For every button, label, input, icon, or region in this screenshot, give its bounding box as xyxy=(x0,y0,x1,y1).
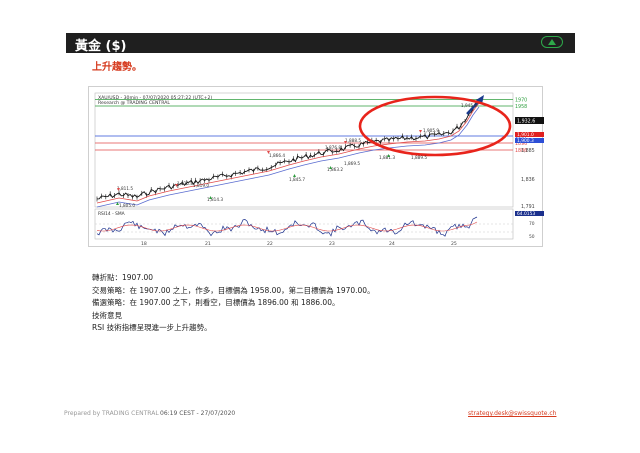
date-tick: 25 xyxy=(451,241,457,247)
date-tick: 18 xyxy=(141,241,147,247)
comment-title: 技術意見 xyxy=(92,310,122,320)
price-annotation: 1,805.0 xyxy=(119,203,135,208)
price-annotation: 1,869.5 xyxy=(344,161,360,166)
price-annotation: 1,876.8 xyxy=(325,145,341,150)
up-triangle-icon xyxy=(548,39,556,45)
comment-line: RSI 技術指標呈現進一步上升趨勢。 xyxy=(92,323,212,332)
footer-prepared-by: Prepared by TRADING CENTRAL xyxy=(64,410,159,417)
high-marker xyxy=(419,130,422,133)
price-chart: XAU/USD - 30min - 07/07/2020 05:27:22 (U… xyxy=(88,86,544,247)
price-tick: 1,836 xyxy=(521,177,535,183)
date-tick: 23 xyxy=(329,241,335,247)
level-tag-1958: 1958 xyxy=(515,104,527,110)
current-price-label: 1,932.6 xyxy=(517,119,535,125)
price-annotation: 1,820.8 xyxy=(177,181,193,186)
strategy-line: 交易策略：在 1907.00 之上，作多，目標價為 1958.00，第二目標價為… xyxy=(92,285,375,295)
price-tick: 1,885 xyxy=(521,148,535,154)
price-annotation: 1,845.7 xyxy=(289,177,305,182)
footer-timestamp: 06:19 CEST - 27/07/2020 xyxy=(160,410,236,417)
price-annotation: 1,866.4 xyxy=(269,153,285,158)
price-annotation: 1,814.3 xyxy=(207,197,223,202)
up-arrow-button[interactable] xyxy=(541,36,563,48)
date-tick: 22 xyxy=(267,241,273,247)
analysis-text: 轉折點：1907.00 交易策略：在 1907.00 之上，作多，目標價為 19… xyxy=(92,272,375,335)
footer-email-link[interactable]: strategy.desk@swissquote.ch xyxy=(468,410,556,417)
price-line xyxy=(96,98,480,200)
rsi-line xyxy=(96,216,478,237)
price-annotation: 1,881.3 xyxy=(379,155,395,160)
level-tag-1970: 1970 xyxy=(515,97,527,103)
red-price-label: 1,901.0 xyxy=(517,132,534,138)
rsi-label: RSI14 - SMA xyxy=(98,211,125,217)
price-annotation: 1,945.6 xyxy=(461,103,477,108)
moving-average-fast xyxy=(96,102,480,204)
pivot-line: 轉折點：1907.00 xyxy=(92,273,154,282)
price-tick: 1,791 xyxy=(521,204,535,210)
alternative-line: 備選策略：在 1907.00 之下，則看空，目標價為 1896.00 和 188… xyxy=(92,298,340,307)
low-marker xyxy=(293,174,296,177)
rsi-value-label: 64.0153 xyxy=(517,211,535,217)
price-annotation: 1,889.5 xyxy=(411,155,427,160)
rsi-tick: 50 xyxy=(529,234,535,240)
trend-subtitle: 上升趨勢。 xyxy=(92,62,142,73)
header-bar: 黃金 ($) xyxy=(66,33,575,54)
price-annotation: 1,819.0 xyxy=(193,183,209,188)
blue-price-label: 1,900.3 xyxy=(517,138,534,144)
chart-canvas: XAU/USD - 30min - 07/07/2020 05:27:22 (U… xyxy=(94,92,544,247)
date-tick: 24 xyxy=(389,241,395,247)
price-annotation: 1,905.9 xyxy=(423,128,439,133)
date-tick: 21 xyxy=(205,241,211,247)
page-title: 黃金 ($) xyxy=(75,39,127,54)
rsi-tick: 70 xyxy=(529,221,535,227)
chart-info-line2: Research @ TRADING CENTRAL xyxy=(98,100,170,106)
price-annotation: 1,863.2 xyxy=(327,167,343,172)
price-annotation: 1,888.5 xyxy=(345,138,361,143)
